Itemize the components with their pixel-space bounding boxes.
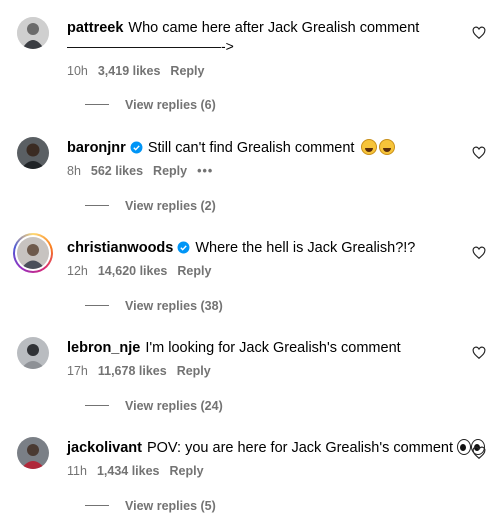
avatar[interactable] xyxy=(17,137,49,169)
heart-icon[interactable] xyxy=(472,446,486,460)
replies-divider xyxy=(85,205,109,206)
view-replies-button[interactable]: View replies (24) xyxy=(85,398,223,414)
reply-button[interactable]: Reply xyxy=(170,464,204,478)
more-options-button[interactable]: ••• xyxy=(197,164,213,178)
comment-meta: 8h 562 likes Reply ••• xyxy=(67,163,223,179)
comment-text-line: baronjnr Still can't find Grealish commen… xyxy=(67,139,467,157)
comment-item: baronjnr Still can't find Grealish commen… xyxy=(0,120,500,220)
comment-text-continued: ———————————-> xyxy=(67,38,234,54)
comment-meta: 12h 14,620 likes Reply xyxy=(67,263,221,279)
likes-count[interactable]: 1,434 likes xyxy=(97,464,160,478)
username[interactable]: pattreek xyxy=(67,20,123,36)
comment-time: 10h xyxy=(67,64,88,78)
likes-count[interactable]: 3,419 likes xyxy=(98,64,161,78)
likes-count[interactable]: 14,620 likes xyxy=(98,264,168,278)
heart-icon[interactable] xyxy=(472,346,486,360)
comment-item: christianwoods Where the hell is Jack Gre… xyxy=(0,220,500,320)
view-replies-label: View replies (2) xyxy=(125,199,216,213)
reply-button[interactable]: Reply xyxy=(153,164,187,178)
avatar-photo xyxy=(17,337,49,369)
comment-text: Where the hell is Jack Grealish?!? xyxy=(195,240,416,256)
rolling-laughing-emoji-icon xyxy=(360,139,377,155)
replies-divider xyxy=(85,104,109,105)
view-replies-label: View replies (38) xyxy=(125,299,223,313)
likes-count[interactable]: 562 likes xyxy=(91,164,143,178)
username[interactable]: christianwoods xyxy=(67,240,173,256)
avatar-photo xyxy=(17,137,49,169)
heart-icon[interactable] xyxy=(472,26,486,40)
comment-item: jackolivant POV: you are here for Jack Gr… xyxy=(0,420,500,520)
comment-time: 12h xyxy=(67,264,88,278)
avatar-photo xyxy=(17,237,49,269)
heart-icon[interactable] xyxy=(472,246,486,260)
heart-icon[interactable] xyxy=(472,146,486,160)
reply-button[interactable]: Reply xyxy=(177,364,211,378)
comment-time: 17h xyxy=(67,364,88,378)
view-replies-label: View replies (5) xyxy=(125,499,216,513)
comment-text-line: christianwoods Where the hell is Jack Gre… xyxy=(67,239,467,257)
comment-text-line: jackolivant POV: you are here for Jack Gr… xyxy=(67,439,486,457)
username[interactable]: lebron_nje xyxy=(67,340,140,356)
verified-badge-icon xyxy=(177,241,190,254)
reply-button[interactable]: Reply xyxy=(177,264,211,278)
avatar[interactable] xyxy=(17,337,49,369)
comment-text: POV: you are here for Jack Grealish's co… xyxy=(146,440,453,456)
username[interactable]: baronjnr xyxy=(67,140,126,156)
replies-divider xyxy=(85,405,109,406)
comment-text-line: lebron_nje I'm looking for Jack Grealish'… xyxy=(67,339,467,357)
rolling-laughing-emoji-icon xyxy=(378,139,395,155)
view-replies-label: View replies (6) xyxy=(125,98,216,112)
comment-meta: 10h 3,419 likes Reply xyxy=(67,63,214,79)
eyes-emoji-icon xyxy=(457,439,472,455)
comment-text: I'm looking for Jack Grealish's comment xyxy=(145,340,401,356)
verified-badge-icon xyxy=(130,141,143,154)
avatar-photo-frame xyxy=(17,237,49,269)
comment-text: Who came here after Jack Grealish commen… xyxy=(128,20,420,36)
replies-divider xyxy=(85,305,109,306)
comment-time: 8h xyxy=(67,164,81,178)
comment-item: lebron_nje I'm looking for Jack Grealish'… xyxy=(0,320,500,420)
comment-text: Still can't find Grealish comment xyxy=(147,140,355,156)
comment-item: pattreek Who came here after Jack Grealis… xyxy=(0,0,500,112)
likes-count[interactable]: 11,678 likes xyxy=(98,364,167,378)
comment-time: 11h xyxy=(67,464,87,478)
avatar[interactable] xyxy=(13,233,53,273)
view-replies-button[interactable]: View replies (2) xyxy=(85,198,216,214)
comment-meta: 11h 1,434 likes Reply xyxy=(67,463,214,479)
avatar-photo xyxy=(17,437,49,469)
reply-button[interactable]: Reply xyxy=(170,64,204,78)
username[interactable]: jackolivant xyxy=(67,440,142,456)
replies-divider xyxy=(85,505,109,506)
avatar[interactable] xyxy=(17,17,49,49)
story-ring xyxy=(15,235,51,271)
avatar-photo xyxy=(17,17,49,49)
view-replies-button[interactable]: View replies (38) xyxy=(85,298,223,314)
avatar[interactable] xyxy=(17,437,49,469)
view-replies-button[interactable]: View replies (6) xyxy=(85,97,216,113)
view-replies-label: View replies (24) xyxy=(125,399,223,413)
view-replies-button[interactable]: View replies (5) xyxy=(85,498,216,514)
comment-meta: 17h 11,678 likes Reply xyxy=(67,363,221,379)
comment-text-line: pattreek Who came here after Jack Grealis… xyxy=(67,19,467,37)
